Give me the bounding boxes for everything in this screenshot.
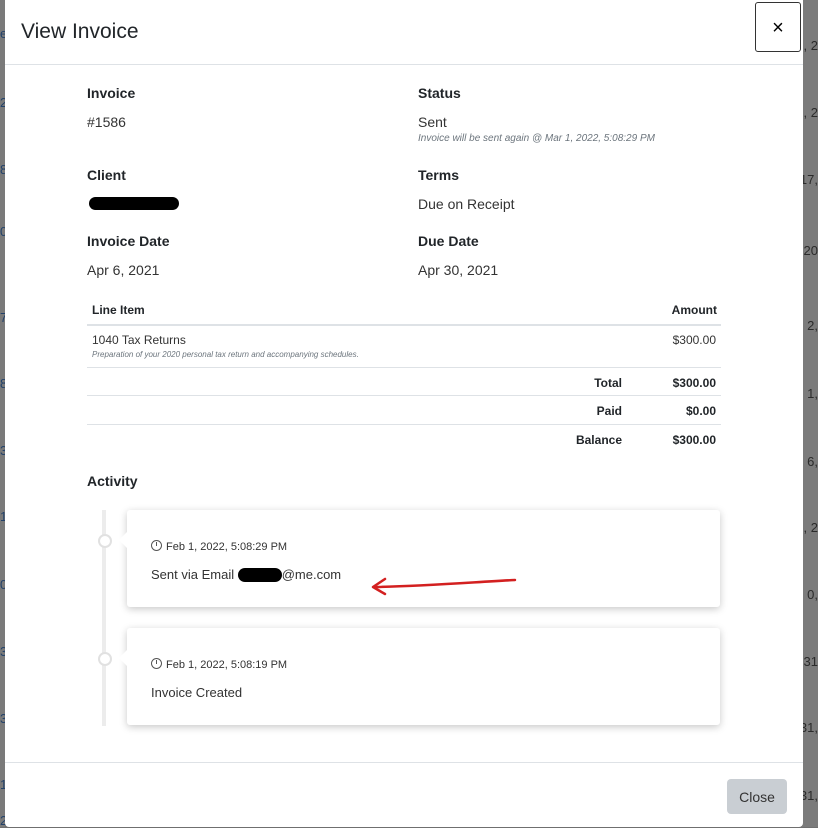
invoice-number-label: Invoice bbox=[87, 85, 136, 101]
clock-icon bbox=[151, 658, 162, 669]
background-row-date: , 2 bbox=[803, 38, 818, 53]
background-row-date: 20 bbox=[803, 243, 818, 258]
col-line-item: Line Item bbox=[92, 303, 145, 317]
timeline-dot bbox=[98, 652, 112, 666]
paid-value: $0.00 bbox=[685, 404, 716, 418]
clock-icon bbox=[151, 540, 162, 551]
modal-header: View Invoice × bbox=[5, 0, 803, 65]
background-row-date: 31 bbox=[803, 654, 818, 669]
card-pointer bbox=[119, 532, 127, 548]
background-row-date: 6, bbox=[807, 454, 818, 469]
modal-title: View Invoice bbox=[21, 20, 139, 43]
line-item-amount: $300.00 bbox=[672, 333, 716, 347]
card-pointer bbox=[119, 650, 127, 666]
due-date-value: Apr 30, 2021 bbox=[418, 262, 499, 278]
activity-entry: Feb 1, 2022, 5:08:19 PM Invoice Created bbox=[119, 628, 720, 725]
email-redaction bbox=[237, 568, 282, 582]
table-divider bbox=[87, 395, 721, 396]
background-right-strip bbox=[802, 0, 818, 827]
line-items-header: Line Item Amount bbox=[87, 300, 721, 326]
terms-value: Due on Receipt bbox=[418, 196, 515, 212]
invoice-date-value: Apr 6, 2021 bbox=[87, 262, 160, 278]
activity-text: Sent via Email @me.com bbox=[151, 567, 342, 582]
line-item-name: 1040 Tax Returns bbox=[92, 333, 186, 347]
client-name-redaction bbox=[89, 197, 179, 210]
table-divider bbox=[87, 424, 721, 425]
balance-value: $300.00 bbox=[672, 433, 716, 447]
paid-label: Paid bbox=[596, 404, 622, 418]
line-item-description: Preparation of your 2020 personal tax re… bbox=[92, 350, 359, 359]
total-value: $300.00 bbox=[672, 376, 716, 390]
close-icon[interactable]: × bbox=[755, 2, 801, 52]
col-amount: Amount bbox=[671, 303, 717, 317]
activity-text: Invoice Created bbox=[151, 685, 243, 700]
activity-timestamp: Feb 1, 2022, 5:08:19 PM bbox=[151, 658, 287, 671]
total-label: Total bbox=[594, 376, 622, 390]
background-row-date: 1, bbox=[807, 386, 818, 401]
table-divider bbox=[87, 367, 721, 368]
status-note: Invoice will be sent again @ Mar 1, 2022… bbox=[418, 133, 655, 144]
activity-timestamp: Feb 1, 2022, 5:08:29 PM bbox=[151, 540, 287, 553]
modal-footer-divider bbox=[5, 762, 803, 763]
red-annotation-arrow bbox=[371, 577, 517, 596]
client-label: Client bbox=[87, 167, 126, 183]
due-date-label: Due Date bbox=[418, 233, 479, 249]
activity-heading: Activity bbox=[87, 473, 138, 489]
view-invoice-modal: View Invoice × Invoice #1586 Status Sent… bbox=[5, 0, 803, 827]
timeline-dot bbox=[98, 534, 112, 548]
invoice-number: #1586 bbox=[87, 114, 126, 130]
status-label: Status bbox=[418, 85, 461, 101]
background-row-date: 0, bbox=[807, 587, 818, 602]
background-row-date: 2, bbox=[807, 318, 818, 333]
terms-label: Terms bbox=[418, 167, 459, 183]
balance-label: Balance bbox=[575, 433, 622, 447]
status-value: Sent bbox=[418, 114, 447, 130]
close-button[interactable]: Close bbox=[727, 779, 787, 814]
invoice-date-label: Invoice Date bbox=[87, 233, 170, 249]
